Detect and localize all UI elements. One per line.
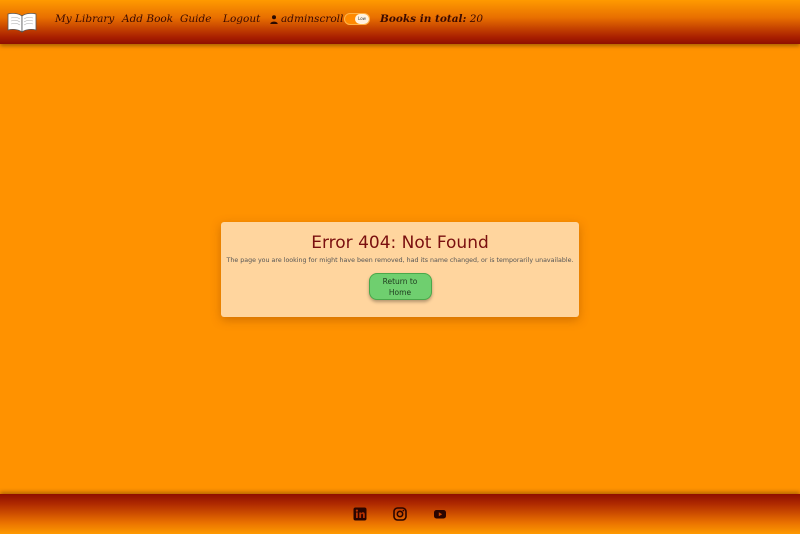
return-home-button-line2: Home xyxy=(388,288,412,297)
linkedin-icon[interactable] xyxy=(353,507,367,521)
footer xyxy=(0,494,800,534)
return-home-button[interactable]: Return to Home xyxy=(368,273,432,300)
books-total-label: Books in total: xyxy=(380,13,467,25)
instagram-icon[interactable] xyxy=(393,507,407,521)
navbar: My Library Add Book Guide Logout adminsc… xyxy=(0,0,800,44)
nav-logout-link[interactable]: Logout xyxy=(223,13,260,25)
books-total: Books in total: 20 xyxy=(380,13,483,25)
username-label: adminscroll xyxy=(281,13,344,25)
nav-add-book-link[interactable]: Add Book xyxy=(122,13,173,25)
error-message: The page you are looking for might have … xyxy=(226,257,574,264)
youtube-icon[interactable] xyxy=(433,507,447,521)
return-home-button-line1: Return to xyxy=(382,277,418,286)
nav-my-library-link[interactable]: My Library xyxy=(55,13,114,25)
theme-toggle[interactable]: Low xyxy=(344,13,370,25)
nav-guide-link[interactable]: Guide xyxy=(180,13,211,25)
books-total-count: 20 xyxy=(469,13,484,25)
error-title: Error 404: Not Found xyxy=(311,233,489,253)
nav-user-link[interactable]: adminscroll xyxy=(270,13,343,25)
error-card: Error 404: Not Found The page you are lo… xyxy=(221,222,579,317)
user-icon xyxy=(270,14,278,24)
toggle-knob-label: Low xyxy=(355,14,369,24)
open-book-logo-icon[interactable] xyxy=(7,11,37,33)
